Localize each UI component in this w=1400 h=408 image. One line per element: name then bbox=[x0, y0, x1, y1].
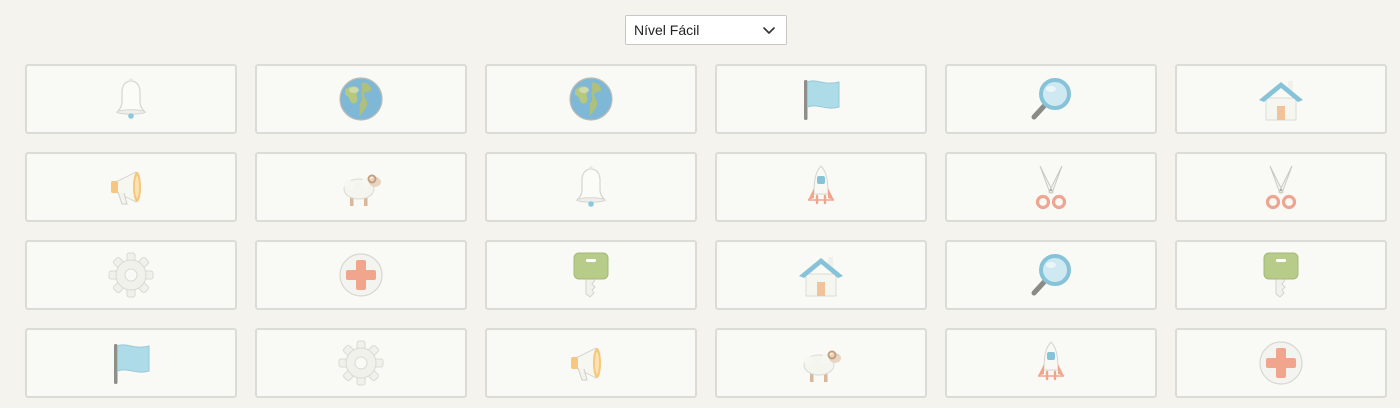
scissors-icon bbox=[1256, 162, 1306, 212]
memory-card[interactable] bbox=[1175, 328, 1387, 398]
flag-icon bbox=[796, 74, 846, 124]
chevron-down-icon bbox=[762, 23, 776, 37]
memory-card[interactable] bbox=[945, 64, 1157, 134]
memory-card[interactable] bbox=[715, 328, 927, 398]
memory-card[interactable] bbox=[945, 152, 1157, 222]
bell-icon bbox=[566, 162, 616, 212]
memory-card[interactable] bbox=[715, 64, 927, 134]
memory-card[interactable] bbox=[485, 152, 697, 222]
memory-card[interactable] bbox=[1175, 152, 1387, 222]
memory-card[interactable] bbox=[25, 328, 237, 398]
megaphone-icon bbox=[566, 338, 616, 388]
level-select-value: Nível Fácil bbox=[634, 22, 700, 38]
memory-card[interactable] bbox=[485, 328, 697, 398]
sheep-icon bbox=[796, 338, 846, 388]
memory-card[interactable] bbox=[715, 152, 927, 222]
magnifier-icon bbox=[1026, 74, 1076, 124]
memory-card[interactable] bbox=[255, 64, 467, 134]
key-icon bbox=[1256, 250, 1306, 300]
plus-icon bbox=[336, 250, 386, 300]
key-icon bbox=[566, 250, 616, 300]
memory-card[interactable] bbox=[25, 152, 237, 222]
megaphone-icon bbox=[106, 162, 156, 212]
sheep-icon bbox=[336, 162, 386, 212]
gear-icon bbox=[106, 250, 156, 300]
memory-card[interactable] bbox=[25, 64, 237, 134]
gear-icon bbox=[336, 338, 386, 388]
magnifier-icon bbox=[1026, 250, 1076, 300]
memory-card[interactable] bbox=[255, 328, 467, 398]
flag-icon bbox=[106, 338, 156, 388]
scissors-icon bbox=[1026, 162, 1076, 212]
globe-icon bbox=[566, 74, 616, 124]
globe-icon bbox=[336, 74, 386, 124]
memory-card[interactable] bbox=[255, 152, 467, 222]
level-select[interactable]: Nível Fácil bbox=[625, 15, 787, 45]
house-icon bbox=[1256, 74, 1306, 124]
plus-icon bbox=[1256, 338, 1306, 388]
memory-card[interactable] bbox=[25, 240, 237, 310]
bell-icon bbox=[106, 74, 156, 124]
rocket-icon bbox=[796, 162, 846, 212]
house-icon bbox=[796, 250, 846, 300]
memory-card[interactable] bbox=[485, 64, 697, 134]
memory-card[interactable] bbox=[485, 240, 697, 310]
memory-card[interactable] bbox=[945, 240, 1157, 310]
memory-card[interactable] bbox=[255, 240, 467, 310]
rocket-icon bbox=[1026, 338, 1076, 388]
memory-card-grid bbox=[25, 64, 1387, 398]
memory-card[interactable] bbox=[945, 328, 1157, 398]
memory-card[interactable] bbox=[715, 240, 927, 310]
memory-card[interactable] bbox=[1175, 64, 1387, 134]
memory-card[interactable] bbox=[1175, 240, 1387, 310]
